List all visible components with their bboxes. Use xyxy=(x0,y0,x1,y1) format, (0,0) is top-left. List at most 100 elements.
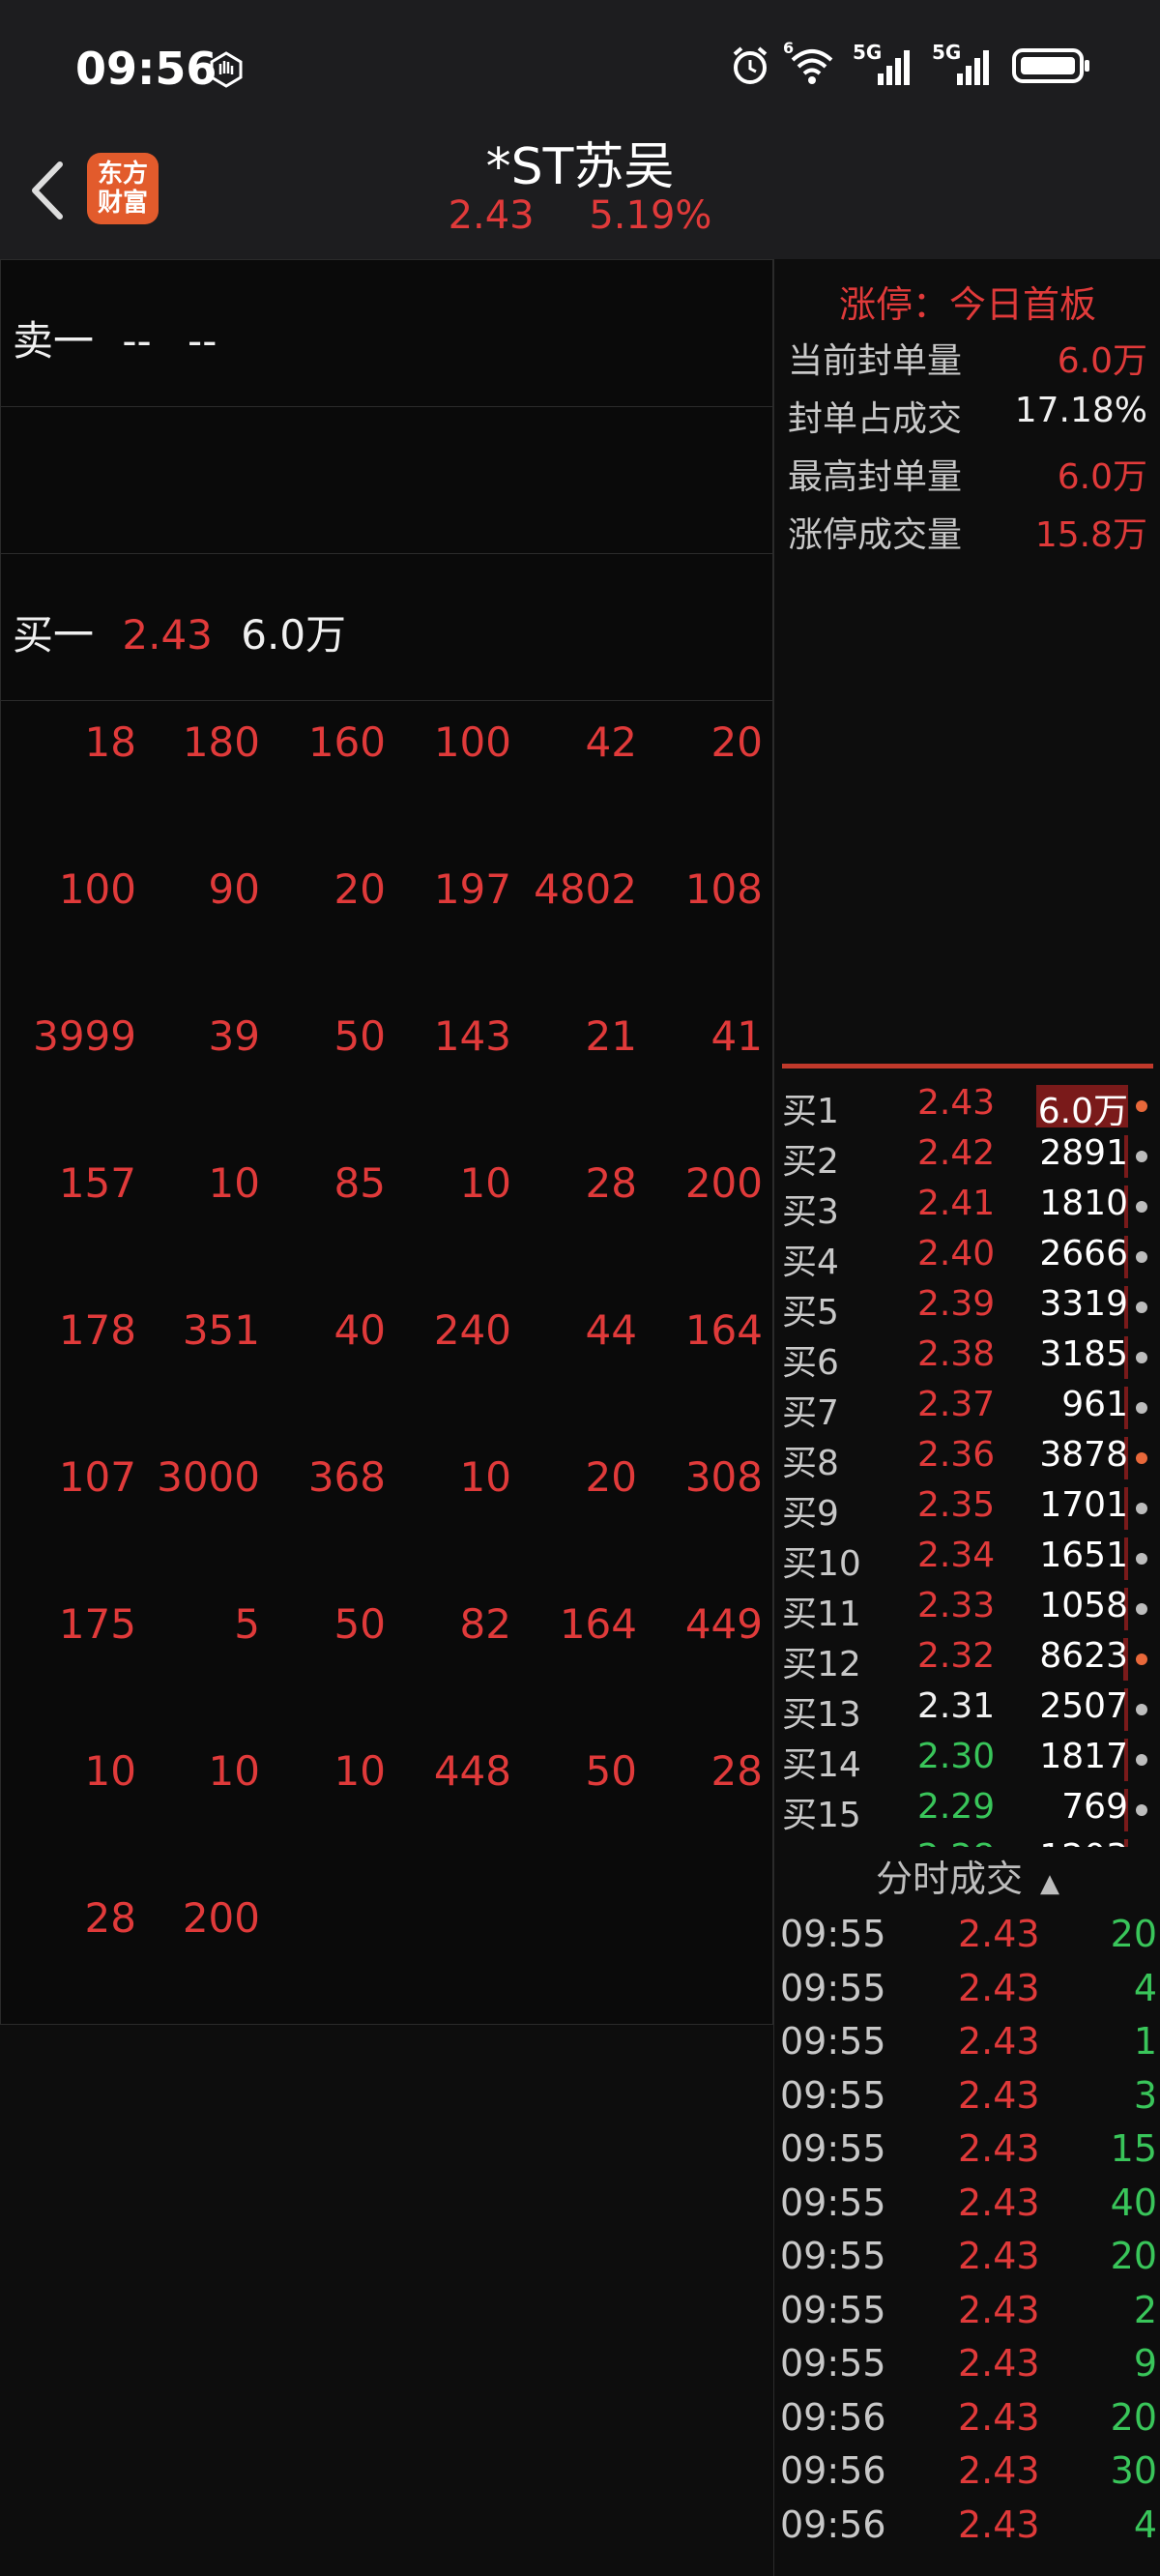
buy1-row[interactable]: 买一 2.43 6.0万 xyxy=(1,554,774,701)
tick-price: 2.43 xyxy=(958,2288,1040,2331)
limit-up-value: 6.0万 xyxy=(1057,341,1147,381)
bid-row[interactable]: 买3 2.41 1810 xyxy=(774,1184,1160,1234)
bid-volume: 8623 xyxy=(1039,1636,1128,1676)
bid-price: 2.40 xyxy=(917,1234,996,1273)
right-panel: 涨停：今日首板 当前封单量 6.0万 封单占成交 17.18% 最高封单量 6.0万 涨停成… xyxy=(773,259,1160,2576)
tick-volume: 4 xyxy=(1133,2503,1157,2546)
tick-time: 09:55 xyxy=(780,1966,886,2009)
queue-cell: 449 xyxy=(684,1600,763,1648)
bid-label: 买1 xyxy=(782,1092,839,1131)
tick-price: 2.43 xyxy=(958,2449,1040,2492)
queue-cell: 10 xyxy=(84,1747,136,1795)
bid-row[interactable]: 买6 2.38 3185 xyxy=(774,1334,1160,1385)
bid-dot-icon xyxy=(1136,1452,1147,1464)
limit-up-key: 最高封单量 xyxy=(788,457,963,497)
queue-cell: 28 xyxy=(84,1894,136,1942)
buy1-label: 买一 2.43 6.0万 xyxy=(13,611,347,659)
bid-dot-icon xyxy=(1136,1804,1147,1816)
bid-volume: 1651 xyxy=(1039,1536,1128,1575)
tick-price: 2.43 xyxy=(958,2127,1040,2170)
wifi-tag: 6 xyxy=(783,39,795,57)
tick-time: 09:55 xyxy=(780,1913,886,1955)
status-bar: 09:56 6 5G 5G xyxy=(0,0,1160,135)
bid-label: 买6 xyxy=(782,1343,839,1383)
buy1-price: 2.43 xyxy=(122,611,213,659)
queue-cell: 5 xyxy=(234,1600,260,1648)
bid-row[interactable]: 买10 2.34 1651 xyxy=(774,1536,1160,1586)
bid-price: 2.34 xyxy=(917,1536,996,1575)
bid-row[interactable]: 买1 2.43 6.0万 xyxy=(774,1083,1160,1133)
bid-row[interactable]: 买5 2.39 3319 xyxy=(774,1284,1160,1334)
bid-dot-icon xyxy=(1136,1251,1147,1263)
bid-volume: 961 xyxy=(1061,1385,1128,1424)
bid-volume: 2666 xyxy=(1039,1234,1128,1273)
bid-row[interactable]: 买14 2.30 1817 xyxy=(774,1737,1160,1787)
queue-cell: 448 xyxy=(433,1747,511,1795)
tick-price: 2.43 xyxy=(958,1966,1040,2009)
tick-volume: 15 xyxy=(1110,2127,1157,2170)
sell1-price: -- xyxy=(122,317,152,365)
queue-cell: 82 xyxy=(459,1600,511,1648)
limit-up-key: 封单占成交 xyxy=(788,399,963,439)
bid-label: 买13 xyxy=(782,1695,861,1735)
bid-price: 2.38 xyxy=(917,1334,996,1374)
queue-cell: 21 xyxy=(585,1012,637,1060)
bid-row[interactable]: 买13 2.31 2507 xyxy=(774,1686,1160,1737)
bid-ladder[interactable]: 买1 2.43 6.0万 买2 2.42 2891 买3 2.41 1810 买4 2.40 2666… xyxy=(774,1083,1160,1847)
bid-label: 买15 xyxy=(782,1796,861,1835)
tick-time: 09:55 xyxy=(780,2127,886,2170)
battery-icon xyxy=(1011,44,1092,87)
bid-row[interactable]: 买12 2.32 8623 xyxy=(774,1636,1160,1686)
queue-cell: 10 xyxy=(208,1747,260,1795)
ticks-header[interactable]: 分时成交 ▲ xyxy=(774,1849,1160,1902)
bid-label: 买14 xyxy=(782,1745,861,1785)
bid-row[interactable]: 买2 2.42 2891 xyxy=(774,1133,1160,1184)
queue-cell: 50 xyxy=(334,1012,386,1060)
bid-volume: 3185 xyxy=(1039,1334,1128,1374)
triangle-up-icon: ▲ xyxy=(1040,1869,1060,1898)
tick-volume: 3 xyxy=(1133,2073,1157,2117)
queue-cell: 28 xyxy=(710,1747,763,1795)
bid-row[interactable]: 买16 2.281203 xyxy=(774,1837,1160,1847)
queue-cell: 200 xyxy=(684,1159,763,1207)
tick-volume: 1 xyxy=(1133,2020,1157,2063)
tick-volume: 20 xyxy=(1110,1913,1157,1955)
queue-cell: 178 xyxy=(58,1306,136,1354)
queue-cell: 200 xyxy=(182,1894,260,1942)
bid-row[interactable]: 买11 2.33 1058 xyxy=(774,1586,1160,1636)
bid-label: 买12 xyxy=(782,1645,861,1684)
tick-time: 09:56 xyxy=(780,2503,886,2546)
bid-price: 2.41 xyxy=(917,1184,996,1223)
queue-cell: 3000 xyxy=(157,1453,260,1501)
sell1-volume: -- xyxy=(188,317,218,365)
bid-row[interactable]: 买9 2.35 1701 xyxy=(774,1485,1160,1536)
tick-price: 2.43 xyxy=(958,2235,1040,2277)
order-queue-panel: 卖一 -- -- 买一 2.43 6.0万 18 180 160 100 42 20 100… xyxy=(0,259,774,2025)
bid-volume: 1701 xyxy=(1039,1485,1128,1525)
queue-cell: 20 xyxy=(710,718,763,766)
tick-price: 2.43 xyxy=(958,1913,1040,1955)
queue-cell: 85 xyxy=(334,1159,386,1207)
bid-volume: 1203 xyxy=(997,1837,1128,1847)
queue-cell: 160 xyxy=(307,718,386,766)
tick-volume: 9 xyxy=(1133,2342,1157,2385)
bid-label: 买7 xyxy=(782,1393,839,1433)
bid-row[interactable]: 买15 2.29 769 xyxy=(774,1787,1160,1837)
queue-cell: 20 xyxy=(334,865,386,913)
bid-label: 买11 xyxy=(782,1595,861,1634)
sell1-row[interactable]: 卖一 -- -- xyxy=(1,260,774,407)
bid-volume: 1817 xyxy=(1039,1737,1128,1776)
bid-row[interactable]: 买4 2.40 2666 xyxy=(774,1234,1160,1284)
bid-row[interactable]: 买8 2.36 3878 xyxy=(774,1435,1160,1485)
tick-price: 2.43 xyxy=(958,2503,1040,2546)
queue-cell: 40 xyxy=(334,1306,386,1354)
bid-price: 2.42 xyxy=(917,1133,996,1173)
limit-up-value: 17.18% xyxy=(1014,391,1147,430)
queue-cell: 50 xyxy=(334,1600,386,1648)
bid-price: 2.39 xyxy=(917,1284,996,1324)
queue-cell: 3999 xyxy=(33,1012,136,1060)
queue-cell: 10 xyxy=(334,1747,386,1795)
bid-row[interactable]: 买7 2.37 961 xyxy=(774,1385,1160,1435)
wifi-icon: 6 xyxy=(783,39,835,87)
tick-time: 09:56 xyxy=(780,2449,886,2492)
